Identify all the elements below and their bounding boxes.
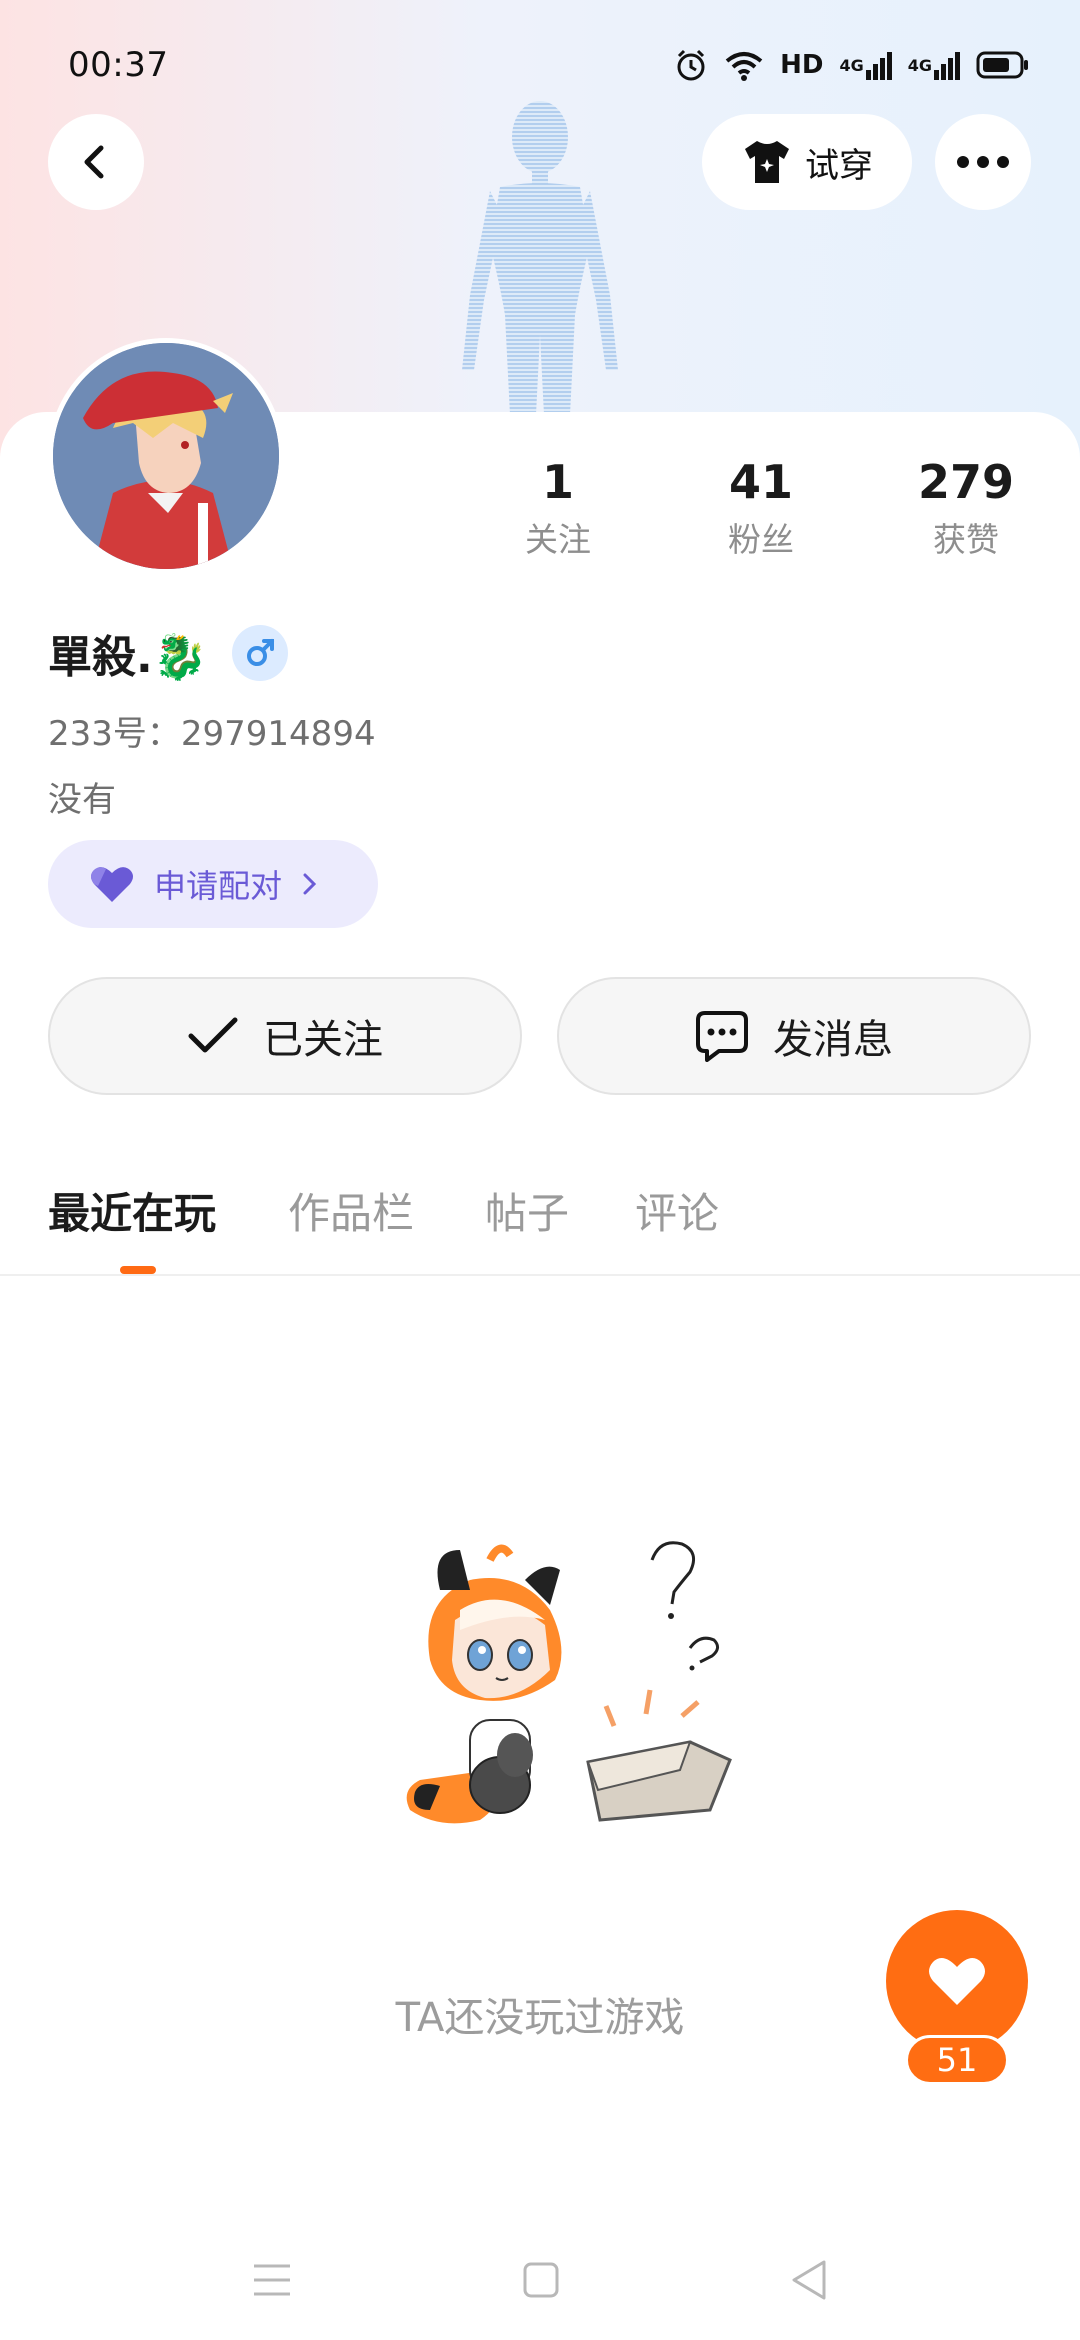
name-row: 單殺.🐉 [48,622,288,684]
stat-value: 41 [728,455,793,509]
request-pair-button[interactable]: 申请配对 [48,840,378,928]
back-button[interactable] [48,114,144,210]
request-pair-label: 申请配对 [154,867,283,905]
heart-icon [929,1958,985,2005]
stat-label: 粉丝 [728,520,794,559]
alarm-icon [674,47,708,83]
stat-followers[interactable]: 41 粉丝 [681,452,841,568]
try-on-button[interactable]: 试穿 [702,114,912,210]
menu-icon[interactable] [252,2262,292,2298]
battery-icon [976,47,1030,83]
more-dots-icon [957,156,1009,168]
hd-indicator: HD [780,50,824,80]
signal-icon-2: 4G [908,47,960,83]
chat-bubble-icon [696,1011,748,1062]
active-tab-indicator [120,1266,156,1274]
wifi-icon [724,47,764,83]
status-bar: 00:37 HD 4G 4G [0,0,1080,130]
followed-label: 已关注 [263,1017,383,1063]
male-gender-icon [231,625,288,681]
tab-comments[interactable]: 评论 [635,1180,719,1241]
like-count-badge: 51 [905,2035,1009,2085]
signal-icon: 4G [839,47,892,83]
stat-value: 1 [541,455,574,509]
chevron-left-icon [84,145,104,179]
avatar-3d-figure[interactable] [440,95,640,415]
status-time: 00:37 [68,45,169,85]
stat-value: 279 [917,455,1015,509]
profile-stats: 1 关注 41 粉丝 279 获赞 [0,452,1080,572]
stat-label: 关注 [525,520,591,559]
home-square-icon[interactable] [522,2261,560,2299]
user-id: 233号：297914894 [48,714,376,754]
stat-likes[interactable]: 279 获赞 [886,452,1046,568]
profile-tabs: 最近在玩 作品栏 帖子 评论 [0,1160,1080,1276]
tab-posts[interactable]: 帖子 [485,1180,569,1241]
back-triangle-icon[interactable] [790,2259,828,2301]
user-bio: 没有 [48,780,116,820]
stat-following[interactable]: 1 关注 [478,452,638,568]
chevron-right-icon [303,873,317,895]
tshirt-icon [745,141,789,183]
heart-icon [91,867,133,902]
followed-button[interactable]: 已关注 [48,977,522,1095]
try-on-label: 试穿 [805,145,873,186]
user-name: 單殺.🐉 [48,632,208,683]
tab-recently-played[interactable]: 最近在玩 [48,1180,216,1241]
profile-page: 00:37 HD 4G 4G 试穿 1 关注 41 粉丝 279 获赞 單殺.🐉… [0,0,1080,2340]
stat-label: 获赞 [933,520,999,559]
status-icons: HD 4G 4G [674,47,1030,83]
checkmark-icon [188,1017,238,1053]
send-message-label: 发消息 [773,1017,893,1063]
empty-state-illustration [406,1541,732,1824]
more-options-button[interactable] [935,114,1031,210]
like-fab-button[interactable] [886,1910,1028,2052]
send-message-button[interactable]: 发消息 [557,977,1031,1095]
tab-works[interactable]: 作品栏 [288,1180,414,1241]
system-navigation-bar [0,2220,1080,2340]
